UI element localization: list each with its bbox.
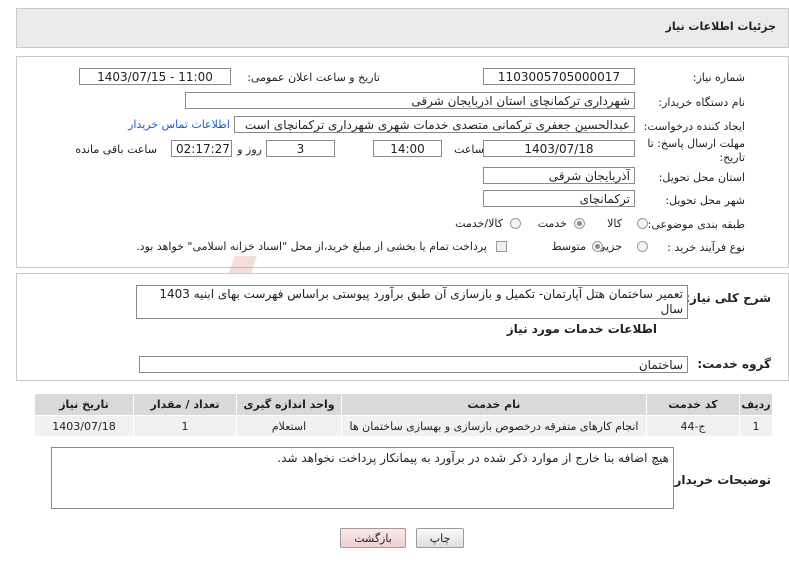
city-field: ترکمانچای [483, 190, 635, 207]
creator-field: عبدالحسین جعفری ترکمانی متصدی خدمات شهری… [234, 116, 635, 133]
category-radio-goods-service[interactable] [510, 218, 521, 229]
col-row-number: ردیف [739, 393, 773, 416]
cell-service-code: ج-44 [646, 415, 740, 437]
cell-quantity: 1 [133, 415, 237, 437]
back-button[interactable]: بازگشت [340, 528, 406, 548]
print-button[interactable]: چاپ [416, 528, 464, 548]
service-group-label: گروه خدمت: [697, 357, 771, 371]
table-header-row: ردیف کد خدمت نام خدمت واحد اندازه گیری ت… [34, 393, 773, 416]
service-group-field: ساختمان [139, 356, 688, 373]
treasury-payment-checkbox[interactable] [496, 241, 507, 252]
need-number-label: شماره نیاز: [692, 71, 745, 84]
category-label: طبقه بندی موضوعی: [647, 218, 745, 231]
category-radio-service[interactable] [574, 218, 585, 229]
services-table: ردیف کد خدمت نام خدمت واحد اندازه گیری ت… [34, 393, 773, 437]
category-option-service: خدمت [537, 217, 567, 230]
page-title: جزئیات اطلاعات نیاز [665, 20, 777, 33]
province-label: استان محل تحویل: [658, 171, 745, 184]
page-header: جزئیات اطلاعات نیاز [16, 8, 789, 48]
process-radio-minor[interactable] [637, 241, 648, 252]
remaining-days-field: 3 [266, 140, 335, 157]
cell-service-name: انجام کارهای متفرقه درخصوص بازسازی و بهس… [341, 415, 647, 437]
buyer-org-field: شهرداری ترکمانچای استان اذربایجان شرقی [185, 92, 635, 109]
city-label: شهر محل تحویل: [665, 194, 745, 207]
services-section-title: اطلاعات خدمات مورد نیاز [506, 322, 657, 336]
cell-unit: استعلام [236, 415, 342, 437]
announce-datetime-label: تاریخ و ساعت اعلان عمومی: [247, 71, 380, 84]
deadline-date-field: 1403/07/18 [483, 140, 635, 157]
remaining-time-field: 02:17:27 [171, 140, 232, 157]
cell-row-number: 1 [739, 415, 773, 437]
buyer-notes-textarea[interactable]: هیچ اضافه بنا خارج از موارد ذکر شده در ب… [51, 447, 674, 509]
col-unit: واحد اندازه گیری [236, 393, 342, 416]
deadline-label: مهلت ارسال پاسخ: تا تاریخ: [647, 137, 745, 165]
deadline-label-line2: تاریخ: [719, 151, 745, 164]
cell-need-date: 1403/07/18 [34, 415, 134, 437]
col-quantity: تعداد / مقدار [133, 393, 237, 416]
col-need-date: تاریخ نیاز [34, 393, 134, 416]
summary-label: شرح کلی نیاز: [685, 291, 771, 305]
process-type-label: نوع فرآیند خرید : [667, 241, 745, 254]
process-option-medium: متوسط [551, 240, 586, 253]
col-service-name: نام خدمت [341, 393, 647, 416]
category-option-goods: کالا [607, 217, 622, 230]
buyer-notes-label: توضیحات خریدار: [669, 473, 771, 487]
deadline-label-line1: مهلت ارسال پاسخ: تا [647, 137, 745, 150]
creator-label: ایجاد کننده درخواست: [643, 120, 745, 133]
announce-datetime-field: 1403/07/15 - 11:00 [79, 68, 231, 85]
col-service-code: کد خدمت [646, 393, 740, 416]
deadline-time-field: 14:00 [373, 140, 442, 157]
category-option-goods-service: کالا/خدمت [455, 217, 503, 230]
deadline-time-label: ساعت [454, 143, 484, 156]
buyer-org-label: نام دستگاه خریدار: [658, 96, 745, 109]
process-radio-medium[interactable] [592, 241, 603, 252]
remaining-time-label: ساعت باقی مانده [75, 143, 157, 156]
summary-textarea[interactable]: تعمیر ساختمان هتل آپارتمان- تکمیل و بازس… [136, 285, 688, 319]
buyer-contact-link[interactable]: اطلاعات تماس خریدار [128, 118, 230, 131]
treasury-payment-note: پرداخت تمام یا بخشی از مبلغ خرید،از محل … [136, 240, 487, 253]
remaining-days-label: روز و [237, 143, 262, 156]
category-radio-goods[interactable] [637, 218, 648, 229]
need-number-field: 1103005705000017 [483, 68, 635, 85]
table-row: 1 ج-44 انجام کارهای متفرقه درخصوص بازساز… [34, 415, 773, 437]
province-field: آذربایجان شرقی [483, 167, 635, 184]
